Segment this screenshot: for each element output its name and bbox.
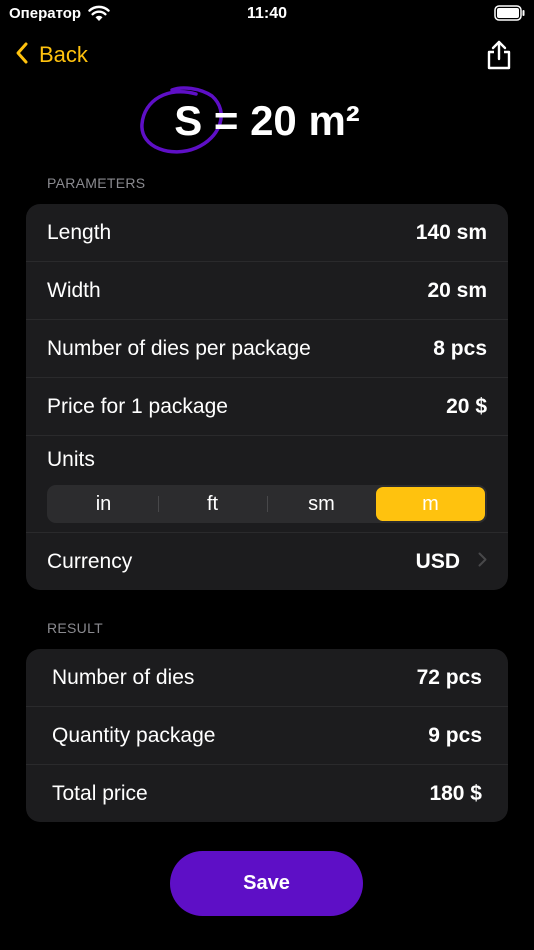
- share-icon: [486, 40, 512, 74]
- parameter-value: 140 sm: [415, 220, 487, 244]
- parameters-card: Length 140 sm Width 20 sm Number of dies…: [26, 204, 508, 590]
- parameter-value: 20 $: [446, 394, 487, 418]
- result-row-quantity-package: Quantity package 9 pcs: [26, 707, 508, 765]
- parameter-label: Number of dies per package: [47, 336, 311, 360]
- result-value: 9 pcs: [428, 723, 482, 747]
- parameter-label: Price for 1 package: [47, 394, 228, 418]
- unit-option-m[interactable]: m: [376, 487, 485, 521]
- units-segmented-control: in ft sm m: [47, 485, 487, 523]
- result-card: Number of dies 72 pcs Quantity package 9…: [26, 649, 508, 822]
- parameter-value: 8 pcs: [433, 336, 487, 360]
- parameter-value: 20 sm: [427, 278, 487, 302]
- result-label: Number of dies: [52, 665, 195, 689]
- status-bar: Оператор 11:40: [0, 0, 534, 30]
- battery-icon: [494, 5, 526, 26]
- parameters-section-label: PARAMETERS: [47, 175, 146, 191]
- result-label: Total price: [52, 781, 148, 805]
- currency-label: Currency: [47, 549, 133, 573]
- currency-row[interactable]: Currency USD: [26, 533, 508, 590]
- share-button[interactable]: [486, 40, 512, 75]
- currency-value: USD: [415, 549, 460, 573]
- parameter-label: Length: [47, 220, 112, 244]
- unit-option-sm[interactable]: sm: [267, 487, 376, 521]
- result-row-number-of-dies: Number of dies 72 pcs: [26, 649, 508, 707]
- units-label: Units: [47, 448, 95, 471]
- chevron-left-icon: [15, 41, 29, 70]
- unit-option-ft[interactable]: ft: [158, 487, 267, 521]
- back-button[interactable]: Back: [15, 38, 88, 72]
- result-value: 72 pcs: [416, 665, 482, 689]
- save-button[interactable]: Save: [170, 851, 363, 916]
- result-value: 180 $: [429, 781, 482, 805]
- back-label: Back: [39, 42, 88, 67]
- parameter-label: Width: [47, 278, 101, 302]
- unit-option-in[interactable]: in: [49, 487, 158, 521]
- chevron-right-icon: [478, 551, 487, 572]
- parameter-row-price-per-package[interactable]: Price for 1 package 20 $: [26, 378, 508, 436]
- parameter-row-dies-per-package[interactable]: Number of dies per package 8 pcs: [26, 320, 508, 378]
- parameter-row-length[interactable]: Length 140 sm: [26, 204, 508, 262]
- result-row-total-price: Total price 180 $: [26, 765, 508, 822]
- parameter-row-width[interactable]: Width 20 sm: [26, 262, 508, 320]
- status-time: 11:40: [246, 5, 288, 22]
- result-label: Quantity package: [52, 723, 216, 747]
- units-selector: Units in ft sm m: [26, 436, 508, 533]
- area-formula: S = 20 m²: [174, 97, 360, 144]
- result-section-label: RESULT: [47, 620, 103, 636]
